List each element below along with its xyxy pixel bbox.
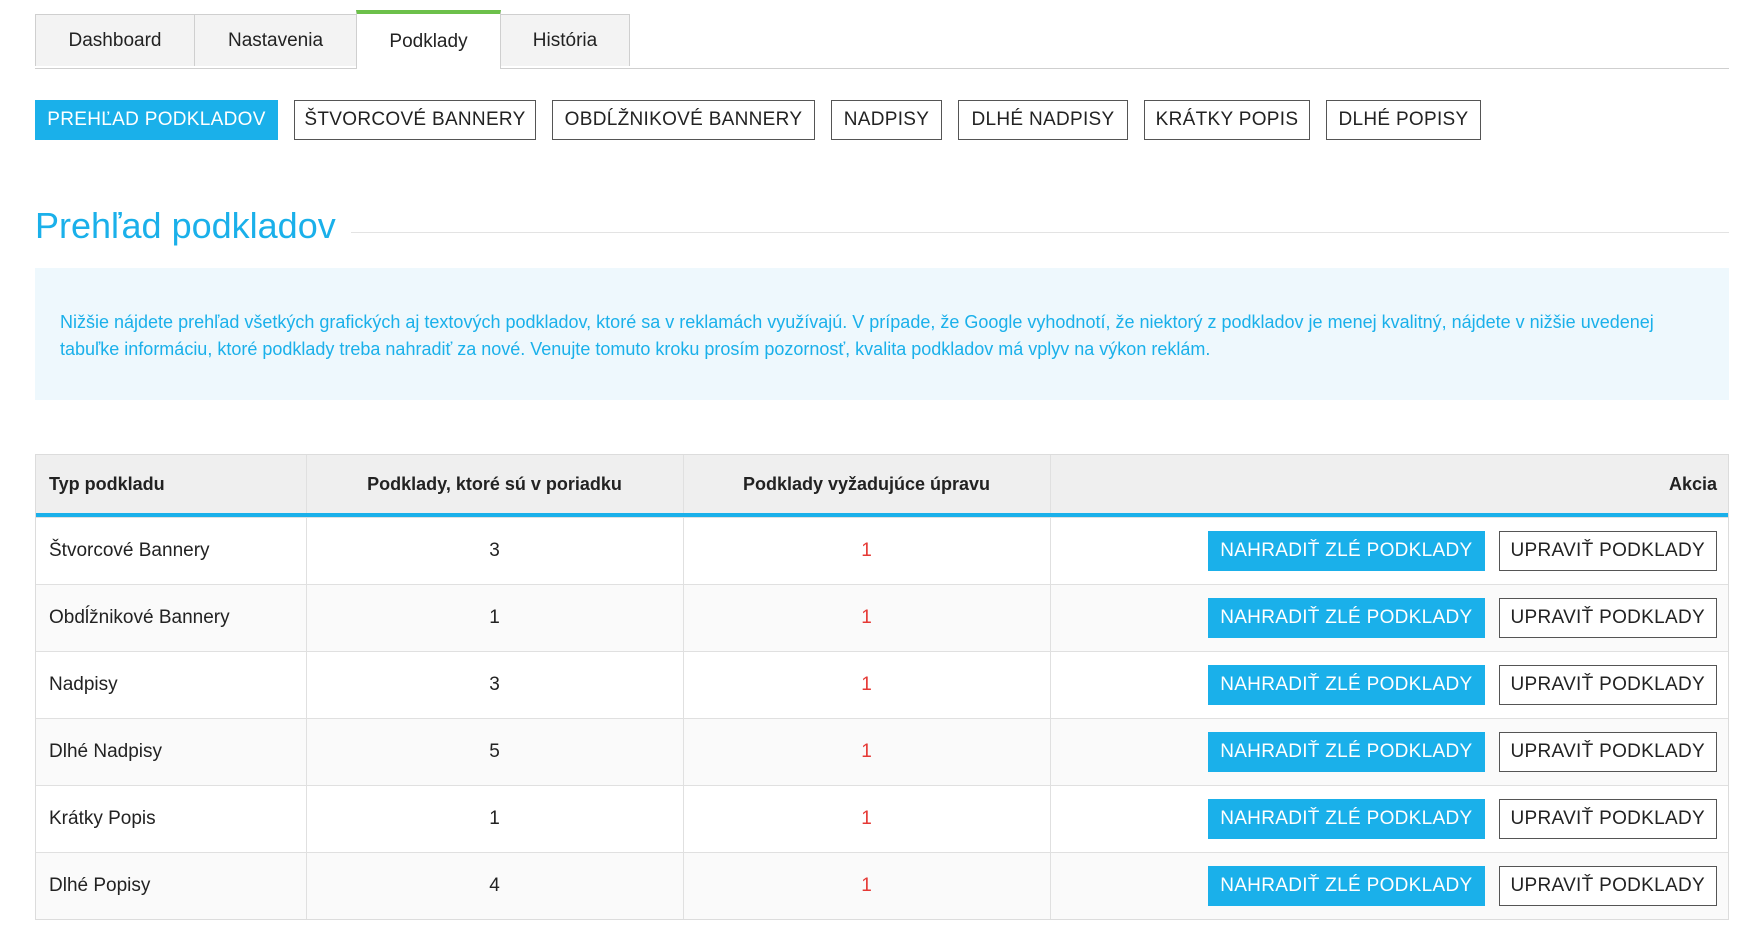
replace-bad-assets-button[interactable]: NAHRADIŤ ZLÉ PODKLADY bbox=[1208, 598, 1485, 638]
subtab-nadpisy[interactable]: NADPISY bbox=[831, 100, 942, 140]
subtab-dlhe-nadpisy[interactable]: DLHÉ NADPISY bbox=[958, 100, 1128, 140]
cell-type: Nadpisy bbox=[49, 674, 118, 695]
table-row: Dlhé Nadpisy 5 1 NAHRADIŤ ZLÉ PODKLADY U… bbox=[36, 718, 1728, 785]
title-divider bbox=[351, 232, 1729, 233]
edit-assets-button[interactable]: UPRAVIŤ PODKLADY bbox=[1498, 665, 1717, 705]
table-row: Nadpisy 3 1 NAHRADIŤ ZLÉ PODKLADY UPRAVI… bbox=[36, 651, 1728, 718]
replace-bad-assets-button[interactable]: NAHRADIŤ ZLÉ PODKLADY bbox=[1208, 665, 1485, 705]
header-type: Typ podkladu bbox=[49, 473, 165, 494]
cell-actions: NAHRADIŤ ZLÉ PODKLADY UPRAVIŤ PODKLADY bbox=[1050, 518, 1730, 584]
replace-bad-assets-button[interactable]: NAHRADIŤ ZLÉ PODKLADY bbox=[1208, 799, 1485, 839]
subtab-obdlznikove-bannery[interactable]: OBDĹŽNIKOVÉ BANNERY bbox=[552, 100, 815, 140]
cell-ok: 1 bbox=[489, 607, 500, 628]
edit-assets-button[interactable]: UPRAVIŤ PODKLADY bbox=[1498, 799, 1717, 839]
edit-assets-button[interactable]: UPRAVIŤ PODKLADY bbox=[1498, 598, 1717, 638]
cell-type: Obdĺžnikové Bannery bbox=[49, 607, 230, 628]
subtab-dlhe-popisy[interactable]: DLHÉ POPISY bbox=[1326, 100, 1481, 140]
cell-needs-fix: 1 bbox=[861, 741, 872, 762]
table-row: Dlhé Popisy 4 1 NAHRADIŤ ZLÉ PODKLADY UP… bbox=[36, 852, 1728, 919]
header-needs-fix: Podklady vyžadujúce úpravu bbox=[742, 473, 991, 494]
cell-needs-fix: 1 bbox=[861, 607, 872, 628]
cell-needs-fix: 1 bbox=[861, 674, 872, 695]
info-box: Nižšie nájdete prehľad všetkých grafický… bbox=[35, 268, 1729, 400]
cell-ok: 5 bbox=[489, 741, 500, 762]
header-ok: Podklady, ktoré sú v poriadku bbox=[367, 473, 622, 494]
cell-type: Krátky Popis bbox=[49, 808, 156, 829]
table-row: Štvorcové Bannery 3 1 NAHRADIŤ ZLÉ PODKL… bbox=[36, 517, 1728, 584]
replace-bad-assets-button[interactable]: NAHRADIŤ ZLÉ PODKLADY bbox=[1208, 531, 1485, 571]
header-action: Akcia bbox=[1668, 473, 1717, 494]
cell-needs-fix: 1 bbox=[861, 540, 872, 561]
table-header: Typ podkladu Podklady, ktoré sú v poriad… bbox=[36, 454, 1728, 517]
page-title: Prehľad podkladov bbox=[35, 205, 336, 246]
subtab-prehlad-podkladov[interactable]: PREHĽAD PODKLADOV bbox=[35, 100, 278, 140]
table-row: Krátky Popis 1 1 NAHRADIŤ ZLÉ PODKLADY U… bbox=[36, 785, 1728, 852]
cell-actions: NAHRADIŤ ZLÉ PODKLADY UPRAVIŤ PODKLADY bbox=[1050, 786, 1730, 852]
replace-bad-assets-button[interactable]: NAHRADIŤ ZLÉ PODKLADY bbox=[1208, 866, 1485, 906]
tab-dashboard[interactable]: Dashboard bbox=[35, 14, 195, 66]
edit-assets-button[interactable]: UPRAVIŤ PODKLADY bbox=[1498, 531, 1717, 571]
cell-needs-fix: 1 bbox=[861, 808, 872, 829]
cell-needs-fix: 1 bbox=[861, 875, 872, 896]
main-tabs: Dashboard Nastavenia Podklady História bbox=[35, 10, 1729, 69]
replace-bad-assets-button[interactable]: NAHRADIŤ ZLÉ PODKLADY bbox=[1208, 732, 1485, 772]
cell-actions: NAHRADIŤ ZLÉ PODKLADY UPRAVIŤ PODKLADY bbox=[1050, 652, 1730, 718]
cell-actions: NAHRADIŤ ZLÉ PODKLADY UPRAVIŤ PODKLADY bbox=[1050, 853, 1730, 919]
assets-table: Typ podkladu Podklady, ktoré sú v poriad… bbox=[35, 454, 1729, 920]
cell-ok: 1 bbox=[489, 808, 500, 829]
cell-ok: 4 bbox=[489, 875, 500, 896]
edit-assets-button[interactable]: UPRAVIŤ PODKLADY bbox=[1498, 866, 1717, 906]
info-text: Nižšie nájdete prehľad všetkých grafický… bbox=[60, 312, 1654, 359]
cell-actions: NAHRADIŤ ZLÉ PODKLADY UPRAVIŤ PODKLADY bbox=[1050, 585, 1730, 651]
subtab-stvorcove-bannery[interactable]: ŠTVORCOVÉ BANNERY bbox=[294, 100, 536, 140]
tab-historia[interactable]: História bbox=[500, 14, 630, 66]
cell-type: Dlhé Nadpisy bbox=[49, 741, 162, 762]
cell-actions: NAHRADIŤ ZLÉ PODKLADY UPRAVIŤ PODKLADY bbox=[1050, 719, 1730, 785]
table-row: Obdĺžnikové Bannery 1 1 NAHRADIŤ ZLÉ POD… bbox=[36, 584, 1728, 651]
edit-assets-button[interactable]: UPRAVIŤ PODKLADY bbox=[1498, 732, 1717, 772]
cell-ok: 3 bbox=[489, 540, 500, 561]
cell-ok: 3 bbox=[489, 674, 500, 695]
tab-podklady[interactable]: Podklady bbox=[356, 10, 501, 69]
tab-nastavenia[interactable]: Nastavenia bbox=[194, 14, 357, 66]
subtab-kratky-popis[interactable]: KRÁTKY POPIS bbox=[1144, 100, 1310, 140]
cell-type: Dlhé Popisy bbox=[49, 875, 151, 896]
cell-type: Štvorcové Bannery bbox=[49, 540, 210, 561]
